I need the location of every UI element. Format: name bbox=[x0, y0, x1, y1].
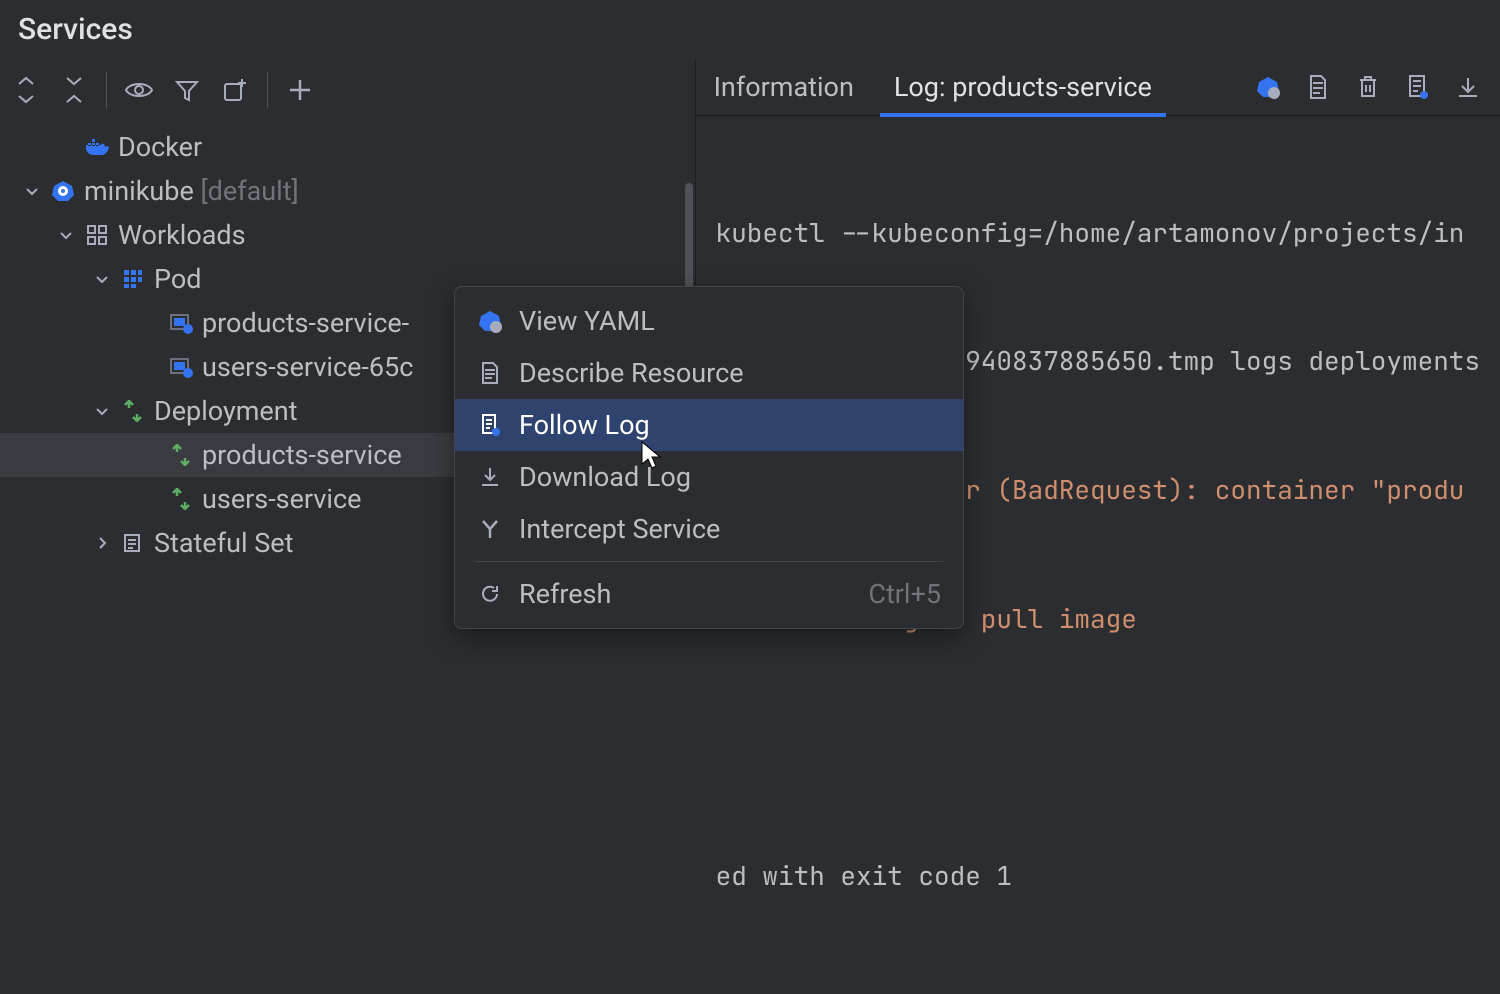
chevron-down-icon[interactable] bbox=[92, 401, 112, 421]
tree-label: Docker bbox=[118, 131, 202, 163]
tree-label: Pod bbox=[154, 263, 202, 295]
filter-icon[interactable] bbox=[171, 74, 203, 106]
right-header: Information Log: products-service bbox=[696, 59, 1500, 116]
yaml-icon[interactable] bbox=[1254, 73, 1282, 101]
tab-log[interactable]: Log: products-service bbox=[894, 59, 1152, 115]
document-icon bbox=[477, 360, 503, 386]
download-icon bbox=[477, 464, 503, 490]
toolbar bbox=[0, 59, 695, 121]
tree-label: users-service-65c bbox=[202, 351, 413, 383]
chevron-down-icon[interactable] bbox=[56, 225, 76, 245]
right-icons bbox=[1254, 73, 1482, 101]
tree-label: Stateful Set bbox=[154, 527, 293, 559]
log-icon[interactable] bbox=[1404, 73, 1432, 101]
docker-icon bbox=[84, 134, 110, 160]
menu-follow-log[interactable]: Follow Log bbox=[455, 399, 963, 451]
pod-instance-icon bbox=[168, 354, 194, 380]
tree-label: Deployment bbox=[154, 395, 297, 427]
pod-icon bbox=[120, 266, 146, 292]
deployment-instance-icon bbox=[168, 442, 194, 468]
chevron-down-icon[interactable] bbox=[92, 269, 112, 289]
log-icon bbox=[477, 412, 503, 438]
deployment-icon bbox=[120, 398, 146, 424]
tab-information[interactable]: Information bbox=[714, 59, 854, 115]
yaml-icon bbox=[477, 308, 503, 334]
trash-icon[interactable] bbox=[1354, 73, 1382, 101]
menu-download-log[interactable]: Download Log bbox=[455, 451, 963, 503]
tree-item-workloads[interactable]: Workloads bbox=[0, 213, 695, 257]
menu-label: Download Log bbox=[519, 461, 691, 493]
tree-item-docker[interactable]: Docker bbox=[0, 125, 695, 169]
tree-label: products-service bbox=[202, 439, 402, 471]
collapse-icon[interactable] bbox=[58, 74, 90, 106]
pod-instance-icon bbox=[168, 310, 194, 336]
new-window-icon[interactable] bbox=[219, 74, 251, 106]
kubernetes-icon bbox=[50, 178, 76, 204]
menu-intercept-service[interactable]: Intercept Service bbox=[455, 503, 963, 555]
deployment-instance-icon bbox=[168, 486, 194, 512]
add-icon[interactable] bbox=[284, 74, 316, 106]
menu-label: View YAML bbox=[519, 305, 655, 337]
tree-label: users-service bbox=[202, 483, 361, 515]
chevron-right-icon[interactable] bbox=[92, 533, 112, 553]
toolbar-separator bbox=[267, 72, 268, 108]
menu-label: Intercept Service bbox=[519, 513, 720, 545]
tree-item-minikube[interactable]: minikube [default] bbox=[0, 169, 695, 213]
stateful-set-icon bbox=[120, 530, 146, 556]
menu-shortcut: Ctrl+5 bbox=[868, 578, 941, 610]
menu-label: Refresh bbox=[519, 578, 611, 610]
log-line bbox=[716, 726, 1480, 769]
menu-refresh[interactable]: Refresh Ctrl+5 bbox=[455, 568, 963, 620]
grid-icon bbox=[84, 222, 110, 248]
menu-view-yaml[interactable]: View YAML bbox=[455, 295, 963, 347]
log-line: ed with exit code 1 bbox=[716, 855, 1480, 898]
expand-icon[interactable] bbox=[10, 74, 42, 106]
refresh-icon bbox=[477, 581, 503, 607]
menu-separator bbox=[475, 561, 943, 562]
tree-label: products-service- bbox=[202, 307, 409, 339]
menu-label: Follow Log bbox=[519, 409, 650, 441]
eye-icon[interactable] bbox=[123, 74, 155, 106]
tree-label: minikube [default] bbox=[84, 175, 299, 207]
log-line: kubectl --kubeconfig=/home/artamonov/pro… bbox=[716, 212, 1480, 255]
tree-label: Workloads bbox=[118, 219, 246, 251]
context-menu: View YAML Describe Resource Follow Log D… bbox=[454, 286, 964, 629]
menu-label: Describe Resource bbox=[519, 357, 744, 389]
toolbar-separator bbox=[106, 72, 107, 108]
document-icon[interactable] bbox=[1304, 73, 1332, 101]
download-icon[interactable] bbox=[1454, 73, 1482, 101]
chevron-down-icon[interactable] bbox=[22, 181, 42, 201]
menu-describe-resource[interactable]: Describe Resource bbox=[455, 347, 963, 399]
intercept-icon bbox=[477, 516, 503, 542]
panel-title: Services bbox=[0, 0, 1500, 59]
